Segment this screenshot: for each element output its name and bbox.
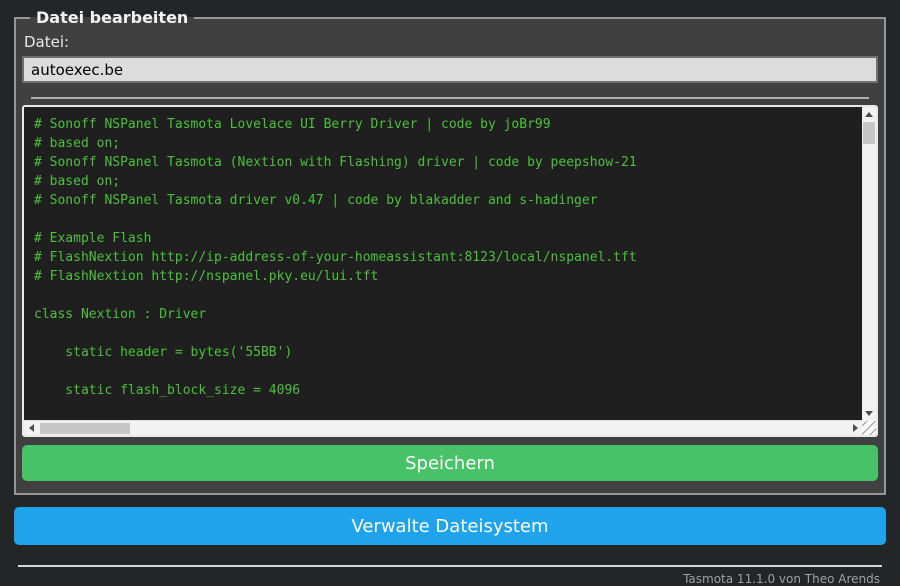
scroll-right-icon[interactable]: [848, 421, 862, 435]
footer-divider: [18, 565, 882, 567]
file-name-label: Datei:: [24, 33, 70, 51]
vertical-scrollbar-thumb[interactable]: [863, 122, 875, 144]
edit-file-fieldset: Datei bearbeiten Datei: # Sonoff NSPanel…: [14, 8, 886, 495]
manage-filesystem-button[interactable]: Verwalte Dateisystem: [14, 507, 886, 545]
form-divider: [31, 97, 869, 99]
scroll-left-icon[interactable]: [24, 421, 38, 435]
version-text: Tasmota 11.1.0 von Theo Arends: [683, 572, 880, 586]
file-name-input[interactable]: [22, 56, 878, 83]
page: Datei bearbeiten Datei: # Sonoff NSPanel…: [0, 0, 900, 586]
file-content-editor[interactable]: # Sonoff NSPanel Tasmota Lovelace UI Ber…: [22, 105, 878, 437]
resize-grip-icon[interactable]: [862, 421, 876, 435]
fieldset-legend: Datei bearbeiten: [36, 8, 189, 27]
file-content[interactable]: # Sonoff NSPanel Tasmota Lovelace UI Ber…: [24, 107, 862, 421]
scroll-up-icon[interactable]: [862, 107, 876, 122]
horizontal-scrollbar-thumb[interactable]: [40, 423, 130, 434]
vertical-scrollbar[interactable]: [862, 107, 876, 421]
horizontal-scrollbar[interactable]: [24, 420, 862, 435]
scroll-down-icon[interactable]: [862, 406, 876, 421]
save-button[interactable]: Speichern: [22, 445, 878, 481]
